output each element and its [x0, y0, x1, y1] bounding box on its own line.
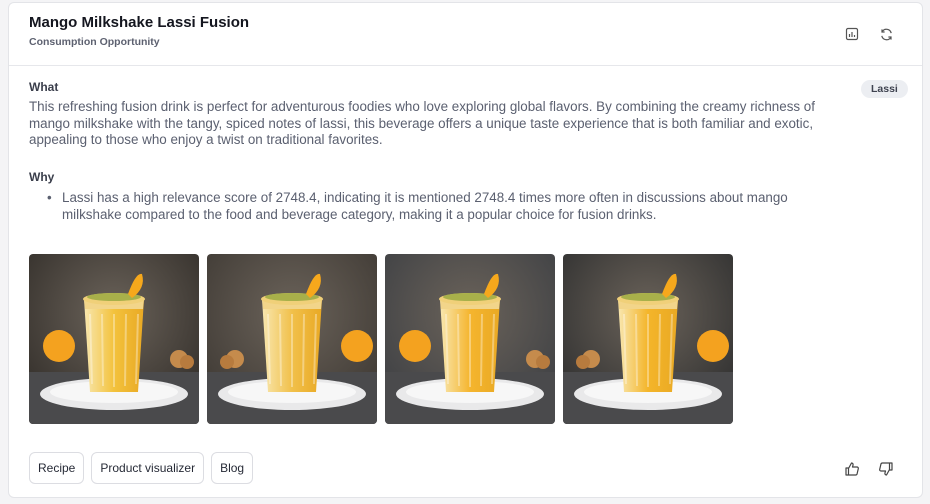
tag-badge[interactable]: Lassi	[861, 80, 908, 98]
image-gallery	[29, 254, 733, 424]
mango-lassi-image-1[interactable]	[29, 254, 199, 424]
product-visualizer-button[interactable]: Product visualizer	[91, 452, 205, 484]
why-label: Why	[29, 170, 55, 184]
thumbs-up-icon[interactable]	[843, 460, 861, 478]
blog-button[interactable]: Blog	[211, 452, 254, 484]
refresh-icon[interactable]	[877, 25, 895, 43]
chart-icon[interactable]	[843, 25, 861, 43]
card-subtitle: Consumption Opportunity	[29, 36, 160, 48]
why-list: • Lassi has a high relevance score of 27…	[29, 190, 819, 223]
what-description: This refreshing fusion drink is perfect …	[29, 99, 815, 147]
mango-lassi-image-2[interactable]	[207, 254, 377, 424]
why-item: • Lassi has a high relevance score of 27…	[29, 190, 819, 223]
mango-lassi-image-4[interactable]	[563, 254, 733, 424]
bullet: •	[47, 190, 52, 205]
card-header: Mango Milkshake Lassi Fusion Consumption…	[9, 3, 922, 66]
opportunity-card: Mango Milkshake Lassi Fusion Consumption…	[8, 2, 923, 498]
card-title: Mango Milkshake Lassi Fusion	[29, 14, 250, 31]
recipe-button[interactable]: Recipe	[29, 452, 85, 484]
thumbs-down-icon[interactable]	[877, 460, 895, 478]
what-label: What	[29, 80, 59, 94]
mango-lassi-image-3[interactable]	[385, 254, 555, 424]
action-buttons: Recipe Product visualizer Blog	[29, 452, 254, 484]
why-text: Lassi has a high relevance score of 2748…	[62, 190, 788, 222]
